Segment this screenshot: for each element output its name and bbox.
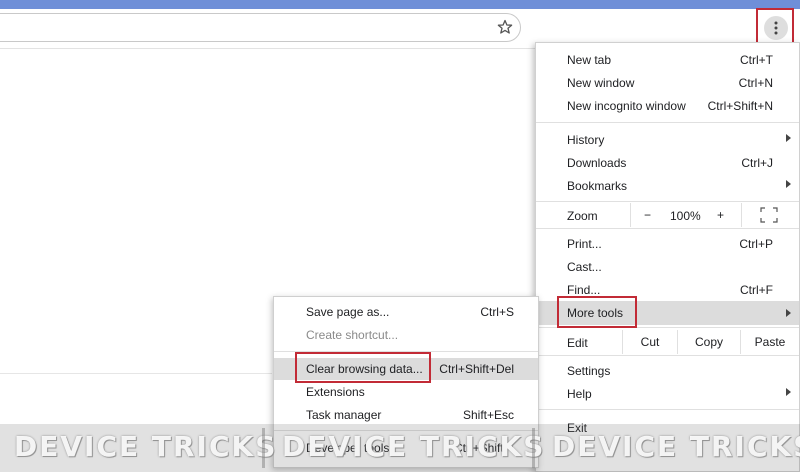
submenu-item-label: Save page as... xyxy=(306,305,390,319)
submenu-item-label: Task manager xyxy=(306,408,382,422)
zoom-divider xyxy=(741,203,742,227)
menu-item-settings[interactable]: Settings xyxy=(536,360,799,382)
chrome-main-menu: New tab Ctrl+T New window Ctrl+N New inc… xyxy=(535,42,800,472)
address-bar[interactable] xyxy=(0,13,521,42)
menu-item-new-incognito-window[interactable]: New incognito window Ctrl+Shift+N xyxy=(536,95,799,117)
submenu-item-label: Developer tools xyxy=(306,441,390,455)
fullscreen-icon[interactable] xyxy=(760,207,778,223)
menu-item-label: Cast... xyxy=(567,260,602,274)
submenu-separator xyxy=(274,430,538,431)
menu-item-label: Help xyxy=(567,387,592,401)
more-tools-highlight-box xyxy=(557,296,637,328)
menu-separator xyxy=(536,201,799,202)
window-top-strip xyxy=(0,0,800,9)
menu-item-label: Bookmarks xyxy=(567,179,628,193)
zoom-label: Zoom xyxy=(567,209,598,223)
menu-item-shortcut: Ctrl+F xyxy=(740,283,773,297)
chevron-right-icon xyxy=(786,309,791,317)
menu-item-label: Exit xyxy=(567,421,588,435)
menu-item-bookmarks[interactable]: Bookmarks xyxy=(536,175,799,197)
edit-label: Edit xyxy=(567,336,588,350)
chevron-right-icon xyxy=(786,388,791,396)
menu-item-print[interactable]: Print... Ctrl+P xyxy=(536,233,799,255)
copy-button[interactable]: Copy xyxy=(677,330,740,354)
menu-item-shortcut: Ctrl+T xyxy=(740,53,773,67)
chevron-right-icon xyxy=(786,134,791,142)
menu-item-shortcut: Ctrl+P xyxy=(739,237,773,251)
menu-item-exit[interactable]: Exit xyxy=(536,417,799,439)
menu-item-label: Find... xyxy=(567,283,601,297)
menu-item-cast[interactable]: Cast... xyxy=(536,256,799,278)
chevron-right-icon xyxy=(786,180,791,188)
menu-item-history[interactable]: History xyxy=(536,129,799,151)
menu-item-label: New tab xyxy=(567,53,612,67)
menu-item-label: Downloads xyxy=(567,156,627,170)
clear-browsing-data-highlight-box xyxy=(295,352,431,383)
submenu-item-shortcut: Ctrl+Shift+Del xyxy=(439,362,514,376)
menu-item-label: New window xyxy=(567,76,635,90)
menu-separator xyxy=(536,122,799,123)
menu-item-shortcut: Ctrl+J xyxy=(741,156,773,170)
zoom-row: Zoom − 100% + xyxy=(536,203,799,227)
menu-separator xyxy=(536,409,799,410)
submenu-item-task-manager[interactable]: Task manager Shift+Esc xyxy=(274,404,538,426)
menu-item-help[interactable]: Help xyxy=(536,383,799,405)
page-divider xyxy=(0,373,272,374)
menu-item-shortcut: Ctrl+N xyxy=(738,76,773,90)
submenu-item-label: Extensions xyxy=(306,385,365,399)
menu-item-shortcut: Ctrl+Shift+N xyxy=(707,99,773,113)
submenu-item-create-shortcut[interactable]: Create shortcut... xyxy=(274,324,538,346)
menu-item-label: Print... xyxy=(567,237,602,251)
watermark-divider xyxy=(262,428,265,468)
submenu-item-developer-tools[interactable]: Developer tools Ctrl+Shift+I xyxy=(274,437,538,459)
submenu-item-save-page-as[interactable]: Save page as... Ctrl+S xyxy=(274,301,538,323)
submenu-item-shortcut: Shift+Esc xyxy=(462,408,514,422)
edit-row: Edit Cut Copy Paste xyxy=(536,330,799,354)
zoom-level: 100% xyxy=(670,209,701,223)
menu-item-label: New incognito window xyxy=(567,99,686,113)
submenu-item-shortcut: Ctrl+Shift+I xyxy=(453,441,514,455)
menu-item-new-tab[interactable]: New tab Ctrl+T xyxy=(536,49,799,71)
paste-button[interactable]: Paste xyxy=(740,330,799,354)
zoom-in-button[interactable]: + xyxy=(717,208,724,222)
cut-button[interactable]: Cut xyxy=(622,330,677,354)
star-icon[interactable] xyxy=(497,19,513,35)
menu-separator xyxy=(536,228,799,229)
menu-item-label: History xyxy=(567,133,605,147)
watermark-text: DEVICE TRICKS xyxy=(14,430,278,463)
submenu-item-label: Create shortcut... xyxy=(306,328,399,342)
zoom-out-button[interactable]: − xyxy=(644,208,651,222)
menu-item-new-window[interactable]: New window Ctrl+N xyxy=(536,72,799,94)
submenu-item-shortcut: Ctrl+S xyxy=(480,305,514,319)
submenu-item-extensions[interactable]: Extensions xyxy=(274,381,538,403)
kebab-menu-icon[interactable] xyxy=(764,16,788,40)
zoom-divider xyxy=(630,203,631,227)
menu-separator xyxy=(536,355,799,356)
menu-item-downloads[interactable]: Downloads Ctrl+J xyxy=(536,152,799,174)
menu-item-label: Settings xyxy=(567,364,611,378)
